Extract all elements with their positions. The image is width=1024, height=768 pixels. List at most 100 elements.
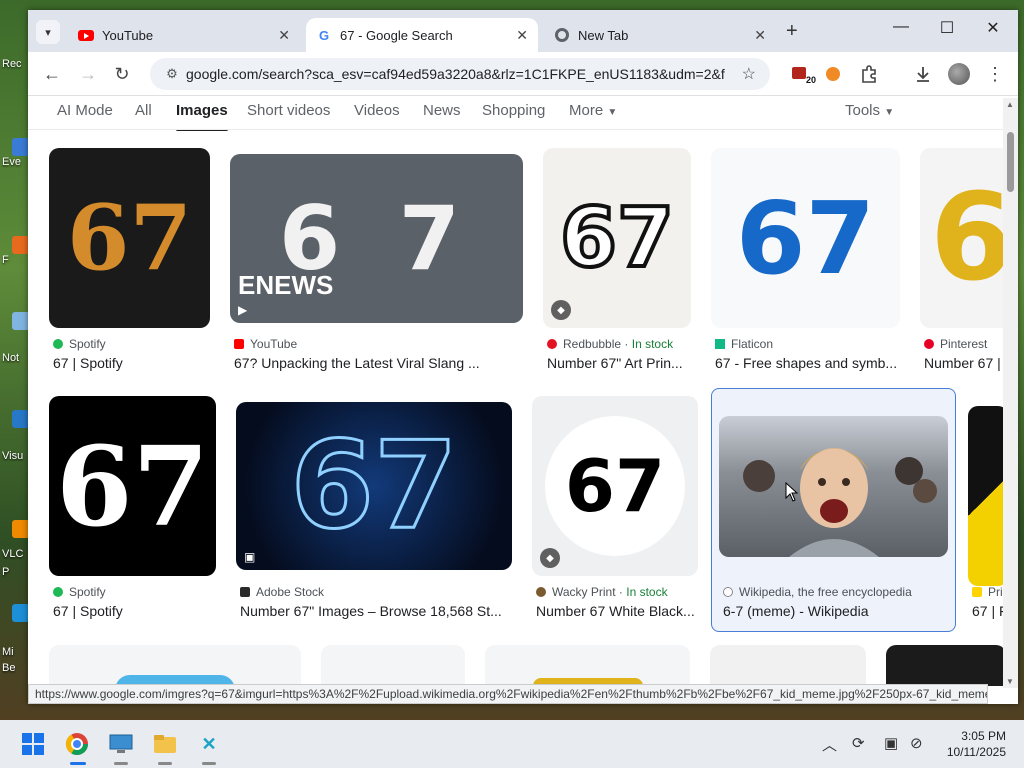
- display-icon[interactable]: ▣: [884, 734, 898, 752]
- desktop-recycle-label[interactable]: Rec: [2, 58, 30, 70]
- image-source[interactable]: Adobe Stock: [240, 585, 324, 599]
- address-bar[interactable]: ⚙ google.com/search?sca_esv=caf94ed59a32…: [150, 58, 770, 90]
- image-title[interactable]: 6-7 (meme) - Wikipedia: [723, 603, 951, 619]
- desktop-f-label[interactable]: F: [2, 254, 30, 266]
- close-tab-icon[interactable]: ✕: [754, 27, 766, 44]
- search-tab-videos[interactable]: Videos: [354, 102, 400, 119]
- remote-desktop-taskbar-icon[interactable]: [108, 731, 134, 757]
- cookie-extension-icon[interactable]: [822, 63, 844, 85]
- url-text[interactable]: google.com/search?sca_esv=caf94ed59a3220…: [186, 66, 726, 82]
- extensions-puzzle-icon[interactable]: [858, 63, 880, 85]
- app-x-taskbar-icon[interactable]: ✕: [196, 731, 222, 757]
- image-title[interactable]: 67? Unpacking the Latest Viral Slang ...: [234, 355, 524, 371]
- caret-down-icon: ▼: [607, 107, 618, 118]
- desktop-be-label[interactable]: Be: [2, 662, 30, 674]
- image-source[interactable]: Spotify: [53, 585, 106, 599]
- bookmark-star-icon[interactable]: ☆: [742, 64, 756, 84]
- back-arrow-icon[interactable]: ←: [40, 62, 64, 86]
- chrome-taskbar-icon[interactable]: [64, 731, 90, 757]
- tab-youtube[interactable]: YouTube ✕: [68, 18, 300, 52]
- image-result-thumbnail[interactable]: 6 7 ENEWS ▶: [230, 154, 523, 323]
- menu-kebab-icon[interactable]: ⋮: [984, 63, 1006, 85]
- image-title[interactable]: 67 | Spotify: [53, 355, 213, 371]
- scroll-up-arrow-icon[interactable]: ▲: [1006, 100, 1014, 109]
- desktop-p-label[interactable]: P: [2, 566, 30, 578]
- download-icon[interactable]: [912, 63, 934, 85]
- tab-title: 67 - Google Search: [340, 27, 453, 43]
- image-result-thumbnail[interactable]: [321, 645, 465, 686]
- desktop-eve-label[interactable]: Eve: [2, 156, 30, 168]
- search-tab-news[interactable]: News: [423, 102, 461, 119]
- scroll-down-arrow-icon[interactable]: ▼: [1006, 677, 1014, 686]
- show-hidden-icons-chevron-icon[interactable]: ︿: [822, 734, 837, 755]
- tab-search-button[interactable]: ▾: [36, 20, 60, 44]
- site-info-icon[interactable]: ⚙: [158, 66, 186, 82]
- image-title[interactable]: 67 | F: [972, 603, 1003, 619]
- image-title[interactable]: Number 67 | F: [924, 355, 1003, 371]
- tab-google-search[interactable]: G 67 - Google Search ✕: [306, 18, 538, 52]
- wacky-print-icon: [536, 587, 546, 597]
- desktop-visu-label[interactable]: Visu: [2, 450, 30, 462]
- image-source[interactable]: Pinterest: [924, 337, 987, 351]
- image-source[interactable]: Pri: [972, 585, 1003, 599]
- image-result-thumbnail[interactable]: 67 ◆: [543, 148, 691, 328]
- image-result-thumbnail[interactable]: 67: [49, 396, 216, 576]
- image-result-thumbnail[interactable]: [710, 645, 866, 686]
- profile-avatar[interactable]: [948, 63, 970, 85]
- flaticon-icon: [715, 339, 725, 349]
- image-result-thumbnail[interactable]: 6: [920, 148, 1003, 328]
- image-art-text: 67: [558, 189, 676, 288]
- image-source[interactable]: Spotify: [53, 337, 106, 351]
- search-tab-shopping[interactable]: Shopping: [482, 102, 545, 119]
- close-tab-icon[interactable]: ✕: [278, 27, 290, 44]
- desktop-mi-label[interactable]: Mi: [2, 646, 30, 658]
- close-window-button[interactable]: ✕: [978, 18, 1008, 38]
- image-title[interactable]: 67 - Free shapes and symb...: [715, 355, 900, 371]
- file-explorer-taskbar-icon[interactable]: [152, 731, 178, 757]
- search-tab-ai-mode[interactable]: AI Mode: [57, 102, 113, 119]
- search-tab-all[interactable]: All: [135, 102, 152, 119]
- shopping-tag-icon: ◆: [540, 548, 560, 568]
- image-title[interactable]: 67 | Spotify: [53, 603, 213, 619]
- network-icon[interactable]: ⊘: [910, 734, 923, 752]
- image-art-text: 67: [289, 415, 459, 557]
- new-tab-button[interactable]: +: [786, 20, 798, 43]
- image-source[interactable]: Flaticon: [715, 337, 773, 351]
- extension-icon[interactable]: 20: [788, 63, 816, 85]
- image-result-thumbnail[interactable]: 67 ▣: [236, 402, 512, 570]
- image-title[interactable]: Number 67" Art Prin...: [547, 355, 692, 371]
- desktop-vlc-label[interactable]: VLC: [2, 548, 30, 560]
- search-tab-short-videos[interactable]: Short videos: [247, 102, 330, 119]
- sync-icon[interactable]: ⟳: [852, 734, 865, 752]
- image-result-thumbnail[interactable]: [49, 645, 301, 686]
- reload-icon[interactable]: ↻: [110, 62, 134, 86]
- desktop-not-label[interactable]: Not: [2, 352, 30, 364]
- spotify-icon: [53, 587, 63, 597]
- minimize-button[interactable]: —: [886, 18, 916, 36]
- image-source[interactable]: Wacky Print · In stock: [536, 585, 668, 599]
- image-source[interactable]: Redbubble · In stock: [547, 337, 673, 351]
- extension-badge: 20: [805, 75, 816, 85]
- vertical-scrollbar[interactable]: ▲ ▼: [1003, 98, 1018, 688]
- windows-start-icon[interactable]: [20, 731, 46, 757]
- tools-button[interactable]: Tools ▼: [845, 102, 894, 119]
- scrollbar-thumb[interactable]: [1007, 132, 1014, 192]
- image-title[interactable]: Number 67" Images – Browse 18,568 St...: [240, 603, 512, 619]
- search-tab-images[interactable]: Images: [176, 102, 228, 133]
- close-tab-icon[interactable]: ✕: [516, 27, 528, 44]
- maximize-button[interactable]: ☐: [932, 18, 962, 38]
- image-source[interactable]: YouTube: [234, 337, 297, 351]
- system-clock[interactable]: 3:05 PM 10/11/2025: [947, 728, 1006, 760]
- image-result-thumbnail[interactable]: [719, 416, 948, 557]
- image-source[interactable]: Wikipedia, the free encyclopedia: [723, 585, 912, 599]
- search-tab-more[interactable]: More ▼: [569, 102, 617, 119]
- image-result-thumbnail[interactable]: 67: [711, 148, 900, 328]
- image-result-thumbnail[interactable]: [485, 645, 690, 686]
- forward-arrow-icon[interactable]: →: [76, 62, 100, 86]
- image-result-thumbnail[interactable]: 67: [49, 148, 210, 328]
- image-result-thumbnail[interactable]: 67 ◆: [532, 396, 698, 576]
- tab-new-tab[interactable]: New Tab ✕: [544, 18, 776, 52]
- image-result-thumbnail[interactable]: [968, 406, 1003, 586]
- image-title[interactable]: Number 67 White Black...: [536, 603, 698, 619]
- image-result-thumbnail[interactable]: [886, 645, 1003, 686]
